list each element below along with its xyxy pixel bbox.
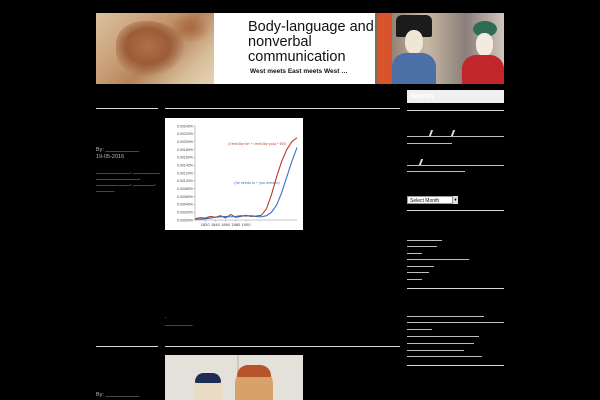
chart-y-tick-label: 0.00200% xyxy=(177,140,194,144)
sidebar-link-row[interactable] xyxy=(407,322,504,323)
chart-y-tick-label: 0.00160% xyxy=(177,156,194,160)
site-tagline: West meets East meets West … xyxy=(250,68,348,75)
chevron-down-icon[interactable]: ▼ xyxy=(452,196,458,204)
post-tags[interactable]: ______ xyxy=(96,187,114,194)
ngram-line-chart: 0.00000% 0.00020% 0.00040% 0.00060% 0.00080%… xyxy=(177,124,298,227)
chart-y-tick-label: 0.00220% xyxy=(177,132,194,136)
search-widget-title: Search xyxy=(407,90,504,103)
sidebar-link-row[interactable] xyxy=(407,350,464,351)
header-dolls-red-panel xyxy=(378,13,392,84)
post-kokeshi-dolls-image[interactable] xyxy=(165,355,303,400)
kokeshi-doll-hair xyxy=(237,365,271,377)
doll-face xyxy=(405,30,423,54)
chart-y-tick-label: 0.00100% xyxy=(177,179,194,183)
chart-series-line xyxy=(194,137,298,220)
chart-x-tick-label: 1900 xyxy=(242,222,252,227)
sidebar-link-row[interactable] xyxy=(407,343,474,344)
sidebar-link-row[interactable] xyxy=(407,272,429,273)
sidebar-link-row[interactable] xyxy=(407,165,504,166)
site-header-banner[interactable]: Body-language and nonverbal communicatio… xyxy=(96,13,504,84)
sidebar-link-row[interactable] xyxy=(407,279,422,280)
sidebar-link-row[interactable] xyxy=(407,246,437,247)
sidebar-link-row[interactable] xyxy=(407,253,422,254)
sidebar-link-row[interactable] xyxy=(407,316,484,317)
sidebar-link-row[interactable] xyxy=(407,266,434,267)
chart-x-tick-label: 1860 xyxy=(221,222,231,227)
chart-x-tick-label: 1880 xyxy=(231,222,241,227)
post-text-dot: . xyxy=(165,314,167,320)
kokeshi-doll-hair xyxy=(195,373,221,383)
post-date: 19-05-2016 xyxy=(96,154,125,160)
chart-y-tick-label: 0.00140% xyxy=(177,163,194,167)
site-title[interactable]: Body-language and nonverbal communicatio… xyxy=(248,20,388,65)
widget-divider xyxy=(407,365,504,366)
chart-series-label: (he needs to + you need to) xyxy=(234,181,279,185)
widget-divider xyxy=(407,110,504,111)
doll-face xyxy=(476,33,493,56)
sidebar-link-row[interactable] xyxy=(407,329,432,330)
doll-robe-blue xyxy=(392,53,436,84)
post-author[interactable]: By: ___________ xyxy=(96,147,139,154)
chart-y-tick-label: 0.00120% xyxy=(177,171,194,175)
post-link[interactable]: _________ xyxy=(165,321,193,328)
sidebar-link-row[interactable] xyxy=(407,259,469,260)
sidebar-link-row[interactable] xyxy=(407,171,465,172)
doll-robe-red xyxy=(462,55,504,84)
post-meta-divider xyxy=(96,108,158,109)
chart-y-tick-label: 0.00240% xyxy=(177,124,194,128)
chart-x-tick-label: 1840 xyxy=(211,222,221,227)
post-title-divider xyxy=(165,346,400,347)
archive-month-select[interactable]: Select Month xyxy=(407,196,458,204)
sidebar-link-row[interactable] xyxy=(407,356,482,357)
header-painting-figure-arm xyxy=(171,13,211,43)
sidebar-link-row[interactable] xyxy=(407,143,452,144)
chart-y-tick-label: 0.00080% xyxy=(177,187,194,191)
chart-y-tick-label: 0.00040% xyxy=(177,203,194,207)
post-title-divider xyxy=(165,108,400,109)
ngram-chart-image[interactable]: 0.00000% 0.00020% 0.00040% 0.00060% 0.00080%… xyxy=(165,118,303,230)
sidebar-link-row[interactable] xyxy=(407,336,479,337)
post-meta-divider xyxy=(96,346,158,347)
chart-x-tick-label: 1820 xyxy=(201,222,211,227)
chart-y-tick-label: 0.00020% xyxy=(177,210,194,214)
sidebar-link-row[interactable] xyxy=(407,240,442,241)
chart-y-tick-label: 0.00060% xyxy=(177,195,194,199)
widget-divider xyxy=(407,288,504,289)
chart-series-label: (I feel like he + I feel like you) * 500 xyxy=(228,142,286,146)
chart-y-tick-label: 0.00180% xyxy=(177,148,194,152)
chart-y-tick-label: 0.00000% xyxy=(177,218,194,222)
widget-divider xyxy=(407,210,504,211)
sidebar-link-row[interactable] xyxy=(407,136,504,137)
post-author[interactable]: By: ___________ xyxy=(96,392,139,399)
